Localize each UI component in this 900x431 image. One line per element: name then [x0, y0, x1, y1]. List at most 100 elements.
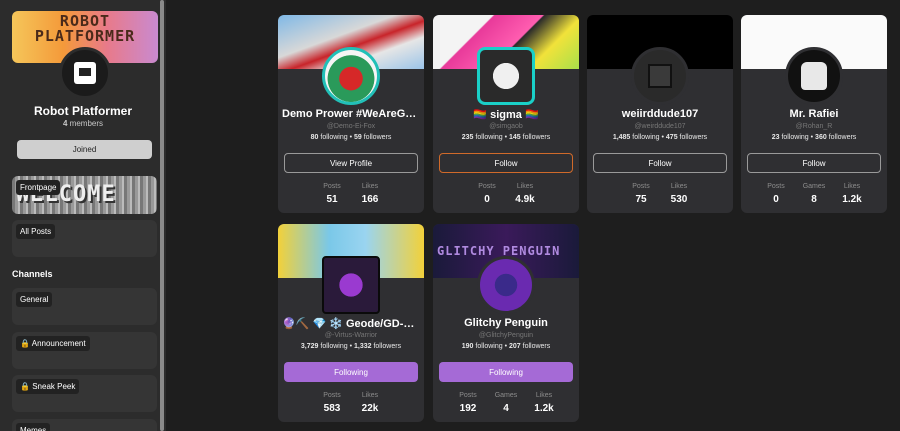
channel-label: Announcement [31, 339, 86, 348]
counter-label: Likes [361, 183, 379, 190]
channel-item-sneak-peek[interactable]: 🔒 Sneak Peek [12, 375, 157, 412]
lock-icon: 🔒 [20, 339, 30, 348]
posts-counter: Posts 51 [319, 183, 345, 205]
lock-icon: 🔒 [20, 382, 30, 391]
counter-value: 1.2k [534, 403, 554, 414]
profile-handle: @Demo-Ei-Fox [326, 123, 376, 130]
profile-avatar[interactable] [477, 47, 535, 105]
posts-counter: Posts 0 [763, 183, 789, 205]
group-sidebar: ROBOT PLATFORMER Robot Platformer 4 memb… [0, 0, 166, 431]
member-count-value: 4 [62, 119, 68, 128]
profile-card[interactable]: Demo Prower #WeAreGa... @Demo-Ei-Fox 80 … [278, 15, 424, 213]
profile-avatar[interactable] [631, 47, 689, 105]
profile-name[interactable]: Mr. Rafiei [745, 108, 883, 120]
counter-value: 530 [670, 194, 688, 205]
channel-label: Sneak Peek [32, 382, 76, 391]
profile-card[interactable]: GLITCHY PENGUIN Glitchy Penguin @Glitchy… [433, 224, 579, 422]
counter-label: Likes [670, 183, 688, 190]
counter-label: Posts [323, 183, 341, 190]
cube-face-icon [648, 64, 672, 88]
counter-value: 583 [323, 403, 341, 414]
following-count: 190 [461, 343, 474, 350]
frontpage-item[interactable]: WELCOME Frontpage [12, 176, 157, 214]
follow-button[interactable]: Follow [439, 153, 573, 173]
following-count: 80 [310, 134, 319, 141]
counter-value: 192 [459, 403, 477, 414]
channel-item-memes[interactable]: Memes [12, 419, 157, 431]
view-profile-button[interactable]: View Profile [284, 153, 418, 173]
robot-icon [74, 62, 96, 84]
posts-counter: Posts 75 [628, 183, 654, 205]
stats-separator: • [504, 343, 508, 350]
follow-stats: 3,729 following • 1,332 followers [278, 343, 424, 350]
member-count-label: members [69, 119, 104, 128]
following-label: following [475, 343, 503, 350]
games-counter: Games 8 [801, 183, 827, 205]
likes-counter: Likes 1.2k [531, 392, 557, 414]
profile-card[interactable]: Mr. Rafiei @Rohan_R 23 following • 360 f… [741, 15, 887, 213]
profile-name[interactable]: weiirddude107 [591, 108, 729, 120]
profile-card[interactable]: weiirddude107 @weirddude107 1,485 follow… [587, 15, 733, 213]
likes-counter: Likes 22k [357, 392, 383, 414]
likes-counter: Likes 1.2k [839, 183, 865, 205]
profile-counters: Posts 583 Likes 22k [278, 392, 424, 414]
profile-name[interactable]: 🔮⛏️ 💎 ❄️ Geode/GD-Fro... [282, 317, 420, 330]
counter-label: Likes [361, 392, 379, 399]
profile-name[interactable]: Demo Prower #WeAreGa... [282, 108, 420, 120]
follow-stats: 235 following • 145 followers [433, 134, 579, 141]
profile-avatar[interactable] [477, 256, 535, 314]
profile-card[interactable]: 🏳️‍🌈 sigma 🏳️‍🌈 @simgaob 235 following •… [433, 15, 579, 213]
profile-avatar[interactable] [322, 47, 380, 105]
followers-label: followers [522, 343, 551, 350]
all-posts-item[interactable]: All Posts [12, 220, 157, 257]
followers-count: 360 [815, 134, 827, 141]
following-button[interactable]: Following [439, 362, 573, 382]
counter-label: Games [802, 183, 826, 190]
counter-value: 22k [361, 403, 379, 414]
group-avatar[interactable] [59, 47, 111, 99]
followers-label: followers [373, 343, 402, 350]
followers-count: 145 [508, 134, 521, 141]
counter-label: Posts [459, 392, 477, 399]
posts-counter: Posts 583 [319, 392, 345, 414]
channel-label: Memes [16, 423, 51, 431]
counter-label: Likes [843, 183, 861, 190]
channel-item-announcement[interactable]: 🔒 Announcement [12, 332, 157, 369]
joined-button[interactable]: Joined [17, 140, 152, 159]
follow-button[interactable]: Follow [747, 153, 881, 173]
followers-label: followers [363, 134, 392, 141]
channel-item-general[interactable]: General [12, 288, 157, 325]
counter-label: Games [494, 392, 518, 399]
sidebar-scrollbar[interactable] [160, 0, 164, 431]
channel-label-locked: 🔒 Announcement [16, 336, 90, 351]
profile-card[interactable]: 🔮⛏️ 💎 ❄️ Geode/GD-Fro... @-Virtus-Warrio… [278, 224, 424, 422]
profile-name[interactable]: Glitchy Penguin [437, 317, 575, 329]
profile-counters: Posts 75 Likes 530 [587, 183, 733, 205]
profile-handle: @GlitchyPenguin [478, 332, 534, 339]
follow-button[interactable]: Follow [593, 153, 727, 173]
profile-avatar[interactable] [322, 256, 380, 314]
profile-counters: Posts 0 Games 8 Likes 1.2k [741, 183, 887, 205]
profile-name[interactable]: 🏳️‍🌈 sigma 🏳️‍🌈 [437, 108, 575, 121]
profile-avatar[interactable] [785, 47, 843, 105]
games-counter: Games 4 [493, 392, 519, 414]
followers-count: 1,332 [353, 343, 372, 350]
channels-heading: Channels [12, 269, 53, 279]
counter-value: 1.2k [842, 194, 862, 205]
counter-label: Posts [632, 183, 650, 190]
likes-counter: Likes 4.9k [512, 183, 538, 205]
counter-label: Likes [535, 392, 553, 399]
following-button[interactable]: Following [284, 362, 418, 382]
group-member-count: 4 members [0, 119, 166, 128]
counter-value: 0 [484, 194, 490, 205]
followers-count: 59 [353, 134, 362, 141]
stats-separator: • [504, 134, 508, 141]
profile-handle: @Rohan_R [795, 123, 833, 130]
profile-counters: Posts 192 Games 4 Likes 1.2k [433, 392, 579, 414]
group-name: Robot Platformer [33, 104, 132, 118]
counter-value: 75 [635, 194, 647, 205]
followers-label: followers [679, 134, 708, 141]
following-count: 3,729 [300, 343, 319, 350]
frontpage-label: Frontpage [16, 180, 61, 195]
following-label: following [781, 134, 809, 141]
